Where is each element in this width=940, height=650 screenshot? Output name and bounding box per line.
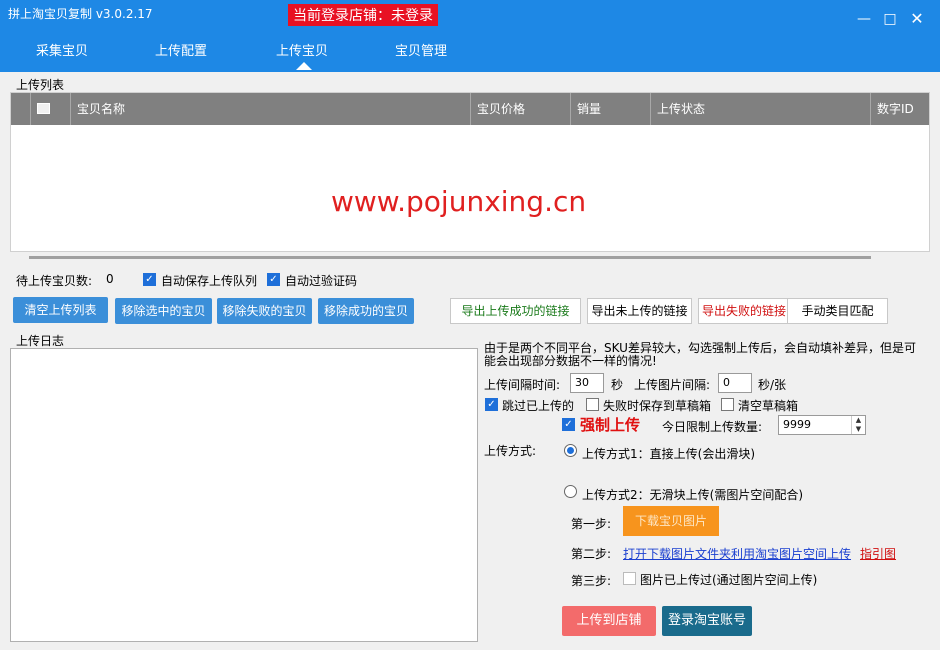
download-images-button[interactable]: 下载宝贝图片 bbox=[623, 506, 719, 536]
row-header-cell bbox=[11, 93, 31, 125]
horizontal-scrollbar[interactable] bbox=[29, 256, 871, 259]
tab-collect[interactable]: 采集宝贝 bbox=[36, 40, 88, 59]
step2-label: 第二步: bbox=[571, 547, 612, 561]
export-unuploaded-button[interactable]: 导出未上传的链接 bbox=[587, 298, 692, 324]
select-all-cell[interactable] bbox=[31, 93, 71, 125]
tab-item-manage[interactable]: 宝贝管理 bbox=[395, 40, 447, 59]
daily-limit-spinner[interactable]: ▲ ▼ bbox=[851, 416, 865, 434]
auto-save-queue-checkbox[interactable] bbox=[143, 273, 156, 286]
method1-label: 上传方式1：直接上传(会出滑块) bbox=[582, 447, 755, 461]
upload-log-label: 上传日志 bbox=[14, 332, 67, 349]
img-interval-unit: 秒/张 bbox=[758, 378, 787, 392]
skip-uploaded-label: 跳过已上传的 bbox=[502, 399, 575, 413]
method2-label: 上传方式2：无滑块上传(需图片空间配合) bbox=[582, 488, 803, 502]
export-failed-button[interactable]: 导出失败的链接 bbox=[698, 298, 790, 324]
step1-label: 第一步: bbox=[571, 517, 612, 531]
open-image-folder-link[interactable]: 打开下载图片文件夹利用淘宝图片空间上传 bbox=[623, 545, 851, 562]
upload-log-area[interactable] bbox=[10, 348, 478, 642]
close-icon[interactable]: ✕ bbox=[908, 10, 926, 28]
clear-draft-label: 清空草稿箱 bbox=[738, 399, 799, 413]
pending-count-label: 待上传宝贝数: bbox=[16, 274, 93, 288]
title-bar: 拼上淘宝贝复制 v3.0.2.17 当前登录店铺：未登录 — □ ✕ 采集宝贝 … bbox=[0, 0, 940, 72]
images-uploaded-label: 图片已上传过(通过图片空间上传) bbox=[640, 573, 818, 587]
upload-list-label: 上传列表 bbox=[14, 76, 67, 93]
skip-uploaded-checkbox[interactable] bbox=[485, 398, 498, 411]
save-draft-checkbox[interactable] bbox=[586, 398, 599, 411]
grid-header: 宝贝名称 宝贝价格 销量 上传状态 数字ID bbox=[11, 93, 929, 125]
method1-radio[interactable] bbox=[564, 444, 577, 457]
save-draft-label: 失败时保存到草稿箱 bbox=[603, 399, 712, 413]
pending-count-value: 0 bbox=[106, 272, 114, 286]
interval-label: 上传间隔时间: bbox=[484, 378, 561, 392]
remove-selected-button[interactable]: 移除选中的宝贝 bbox=[115, 298, 212, 324]
remove-failed-button[interactable]: 移除失败的宝贝 bbox=[217, 298, 312, 324]
col-upload-status[interactable]: 上传状态 bbox=[651, 93, 871, 125]
login-status-badge: 当前登录店铺：未登录 bbox=[288, 4, 438, 26]
notice-line-2: 能会出现部分数据不一样的情况! bbox=[484, 354, 657, 368]
tab-upload-items[interactable]: 上传宝贝 bbox=[276, 40, 328, 59]
upload-to-store-button[interactable]: 上传到店铺 bbox=[562, 606, 656, 636]
auto-save-queue-label: 自动保存上传队列 bbox=[161, 274, 258, 288]
interval-input[interactable]: 30 bbox=[570, 373, 604, 393]
maximize-icon[interactable]: □ bbox=[881, 10, 899, 28]
tab-upload-config[interactable]: 上传配置 bbox=[155, 40, 207, 59]
manual-category-button[interactable]: 手动类目匹配 bbox=[787, 298, 888, 324]
force-upload-label: 强制上传 bbox=[580, 416, 641, 434]
clear-list-button[interactable]: 清空上传列表 bbox=[13, 297, 108, 323]
export-success-button[interactable]: 导出上传成功的链接 bbox=[450, 298, 581, 324]
col-item-price[interactable]: 宝贝价格 bbox=[471, 93, 571, 125]
interval-unit: 秒 bbox=[611, 378, 624, 392]
active-tab-indicator bbox=[296, 62, 312, 70]
col-sales[interactable]: 销量 bbox=[571, 93, 651, 125]
remove-success-button[interactable]: 移除成功的宝贝 bbox=[318, 298, 414, 324]
col-numeric-id[interactable]: 数字ID bbox=[871, 93, 929, 125]
clear-draft-checkbox[interactable] bbox=[721, 398, 734, 411]
daily-limit-label: 今日限制上传数量: bbox=[662, 420, 763, 434]
col-item-name[interactable]: 宝贝名称 bbox=[71, 93, 471, 125]
method2-radio[interactable] bbox=[564, 485, 577, 498]
main-nav: 采集宝贝 上传配置 上传宝贝 宝贝管理 bbox=[0, 38, 940, 72]
auto-captcha-checkbox[interactable] bbox=[267, 273, 280, 286]
app-title: 拼上淘宝贝复制 v3.0.2.17 bbox=[8, 7, 153, 21]
login-taobao-button[interactable]: 登录淘宝账号 bbox=[662, 606, 752, 636]
force-upload-checkbox[interactable] bbox=[562, 418, 575, 431]
img-interval-input[interactable]: 0 bbox=[718, 373, 752, 393]
img-interval-label: 上传图片间隔: bbox=[634, 378, 711, 392]
minimize-icon[interactable]: — bbox=[855, 10, 873, 28]
select-all-checkbox[interactable] bbox=[37, 103, 50, 114]
images-uploaded-checkbox[interactable] bbox=[623, 572, 636, 585]
step3-label: 第三步: bbox=[571, 574, 612, 588]
auto-captcha-label: 自动过验证码 bbox=[285, 274, 358, 288]
method-label: 上传方式: bbox=[484, 444, 537, 458]
watermark-text: www.pojunxing.cn bbox=[331, 185, 587, 218]
upload-list-grid[interactable]: 宝贝名称 宝贝价格 销量 上传状态 数字ID www.pojunxing.cn bbox=[10, 92, 930, 259]
guide-image-link[interactable]: 指引图 bbox=[860, 545, 896, 562]
